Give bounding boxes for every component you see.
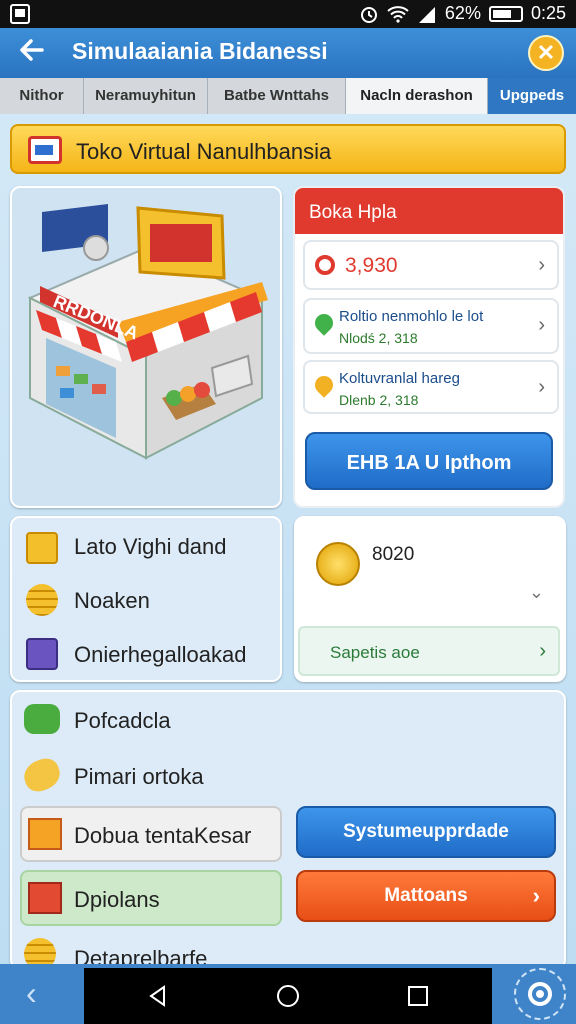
store-illustration: RRDONLA bbox=[27, 204, 268, 460]
matters-button[interactable]: Mattoans › bbox=[296, 870, 556, 922]
battery-icon bbox=[488, 5, 523, 22]
chest-icon bbox=[28, 882, 62, 914]
location-pin-icon bbox=[311, 310, 337, 336]
tab-nithor[interactable]: Nithor bbox=[0, 78, 84, 114]
coin-value: 8020 bbox=[372, 544, 415, 565]
wifi-icon bbox=[387, 5, 409, 23]
info-row-label[interactable]: Onierhegalloakad bbox=[74, 642, 246, 668]
coins-icon bbox=[316, 542, 360, 586]
matters-button-label: Mattoans bbox=[384, 885, 468, 906]
page-title: Simulaaiania Bidanessi bbox=[72, 38, 328, 64]
tab-neramuyhitun[interactable]: Neramuyhitun bbox=[84, 78, 208, 114]
store-card-icon bbox=[28, 136, 62, 164]
chat-icon bbox=[26, 532, 58, 564]
feature-label: Dobua tentaKesar bbox=[74, 823, 252, 848]
list-item[interactable]: Koltuvranlal hareg Dlenb 2, 318 › bbox=[303, 360, 559, 414]
chevron-down-icon[interactable]: ⌄ bbox=[529, 582, 544, 603]
feature-label[interactable]: Pimari ortoka bbox=[74, 764, 204, 790]
clock: 0:25 bbox=[530, 3, 566, 23]
chevron-right-icon: › bbox=[538, 254, 545, 276]
coin-action-row[interactable]: Sapetis aoe › bbox=[298, 626, 560, 676]
chevron-right-icon: › bbox=[538, 314, 545, 336]
target-icon bbox=[315, 255, 335, 275]
primary-action-button[interactable]: EHB 1A U Ipthom bbox=[305, 432, 553, 490]
tab-batbe-wnttahs[interactable]: Batbe Wnttahs bbox=[208, 78, 346, 114]
feature-label[interactable]: Pofcadcla bbox=[74, 708, 171, 734]
app-root: 62% 0:25 Simulaaiania Bidanessi ✕ Nithor… bbox=[0, 0, 576, 1024]
chevron-right-icon: › bbox=[532, 883, 540, 908]
tab-upgpeds[interactable]: Upgpeds bbox=[488, 78, 576, 114]
system-nav-bar bbox=[84, 968, 492, 1024]
settings-button[interactable] bbox=[514, 968, 566, 1020]
tab-bar: Nithor Neramuyhitun Batbe Wnttahs Nacln … bbox=[0, 78, 576, 114]
chevron-right-icon: › bbox=[539, 640, 546, 662]
panel-title: Boka Hpla bbox=[295, 188, 563, 234]
signal-icon bbox=[418, 6, 435, 23]
coins-icon bbox=[26, 584, 58, 616]
item-title: Koltuvranlal hareg bbox=[339, 370, 460, 387]
features-card: Pofcadcla Pimari ortoka Dobua tentaKesar… bbox=[10, 690, 566, 971]
status-bar: 62% 0:25 bbox=[0, 0, 576, 28]
feature-row[interactable]: Dobua tentaKesar bbox=[20, 806, 282, 862]
item-subtitle: Dlenb 2, 318 bbox=[339, 392, 419, 408]
arrow-left-icon bbox=[20, 39, 44, 61]
system-upgrade-button[interactable]: Systumeupprdade bbox=[296, 806, 556, 858]
item-subtitle: Nlodś 2, 318 bbox=[339, 330, 418, 346]
tab-nacln-derashon[interactable]: Nacln derashon bbox=[346, 78, 488, 114]
location-pin-icon bbox=[311, 372, 337, 398]
list-item[interactable]: Roltio nenmohlo le lot Nlodś 2, 318 › bbox=[303, 298, 559, 354]
coin-balance-card: 8020 ⌄ Sapetis aoe › bbox=[294, 516, 566, 682]
nav-back-icon[interactable] bbox=[146, 984, 170, 1008]
close-icon: ✕ bbox=[536, 40, 556, 65]
battery-percent: 62% bbox=[444, 3, 481, 23]
back-button[interactable] bbox=[14, 36, 50, 70]
app-header: Simulaaiania Bidanessi ✕ bbox=[0, 28, 576, 78]
register-icon bbox=[26, 638, 58, 670]
back-chevron-icon[interactable]: ‹ bbox=[26, 977, 37, 1009]
feature-row[interactable]: Dpiolans bbox=[20, 870, 282, 926]
banner-title: Toko Virtual Nanulhbansia bbox=[76, 139, 332, 164]
gear-icon bbox=[528, 982, 552, 1006]
close-button[interactable]: ✕ bbox=[528, 35, 564, 71]
info-row-label[interactable]: Lato Vighi dand bbox=[74, 534, 227, 560]
nav-recents-icon[interactable] bbox=[406, 984, 430, 1008]
chevron-right-icon: › bbox=[538, 376, 545, 398]
alarm-icon bbox=[360, 6, 377, 23]
bread-icon bbox=[19, 754, 65, 796]
amount-row[interactable]: 3,930 › bbox=[303, 240, 559, 290]
info-list-card: Lato Vighi dand Noaken Onierhegalloakad bbox=[10, 516, 282, 682]
store-summary-panel: Boka Hpla 3,930 › Roltio nenmohlo le lot… bbox=[293, 186, 565, 508]
store-banner: Toko Virtual Nanulhbansia bbox=[10, 124, 566, 174]
item-title: Roltio nenmohlo le lot bbox=[339, 308, 484, 325]
nav-home-icon[interactable] bbox=[276, 984, 300, 1008]
puzzle-icon bbox=[24, 704, 60, 734]
box-icon bbox=[28, 818, 62, 850]
amount-value: 3,930 bbox=[345, 254, 398, 277]
feature-label: Dpiolans bbox=[74, 887, 160, 912]
app-notification-icon bbox=[10, 4, 30, 24]
info-row-label[interactable]: Noaken bbox=[74, 588, 150, 614]
store-illustration-card[interactable]: RRDONLA bbox=[10, 186, 282, 508]
coin-action-label: Sapetis aoe bbox=[330, 643, 420, 662]
